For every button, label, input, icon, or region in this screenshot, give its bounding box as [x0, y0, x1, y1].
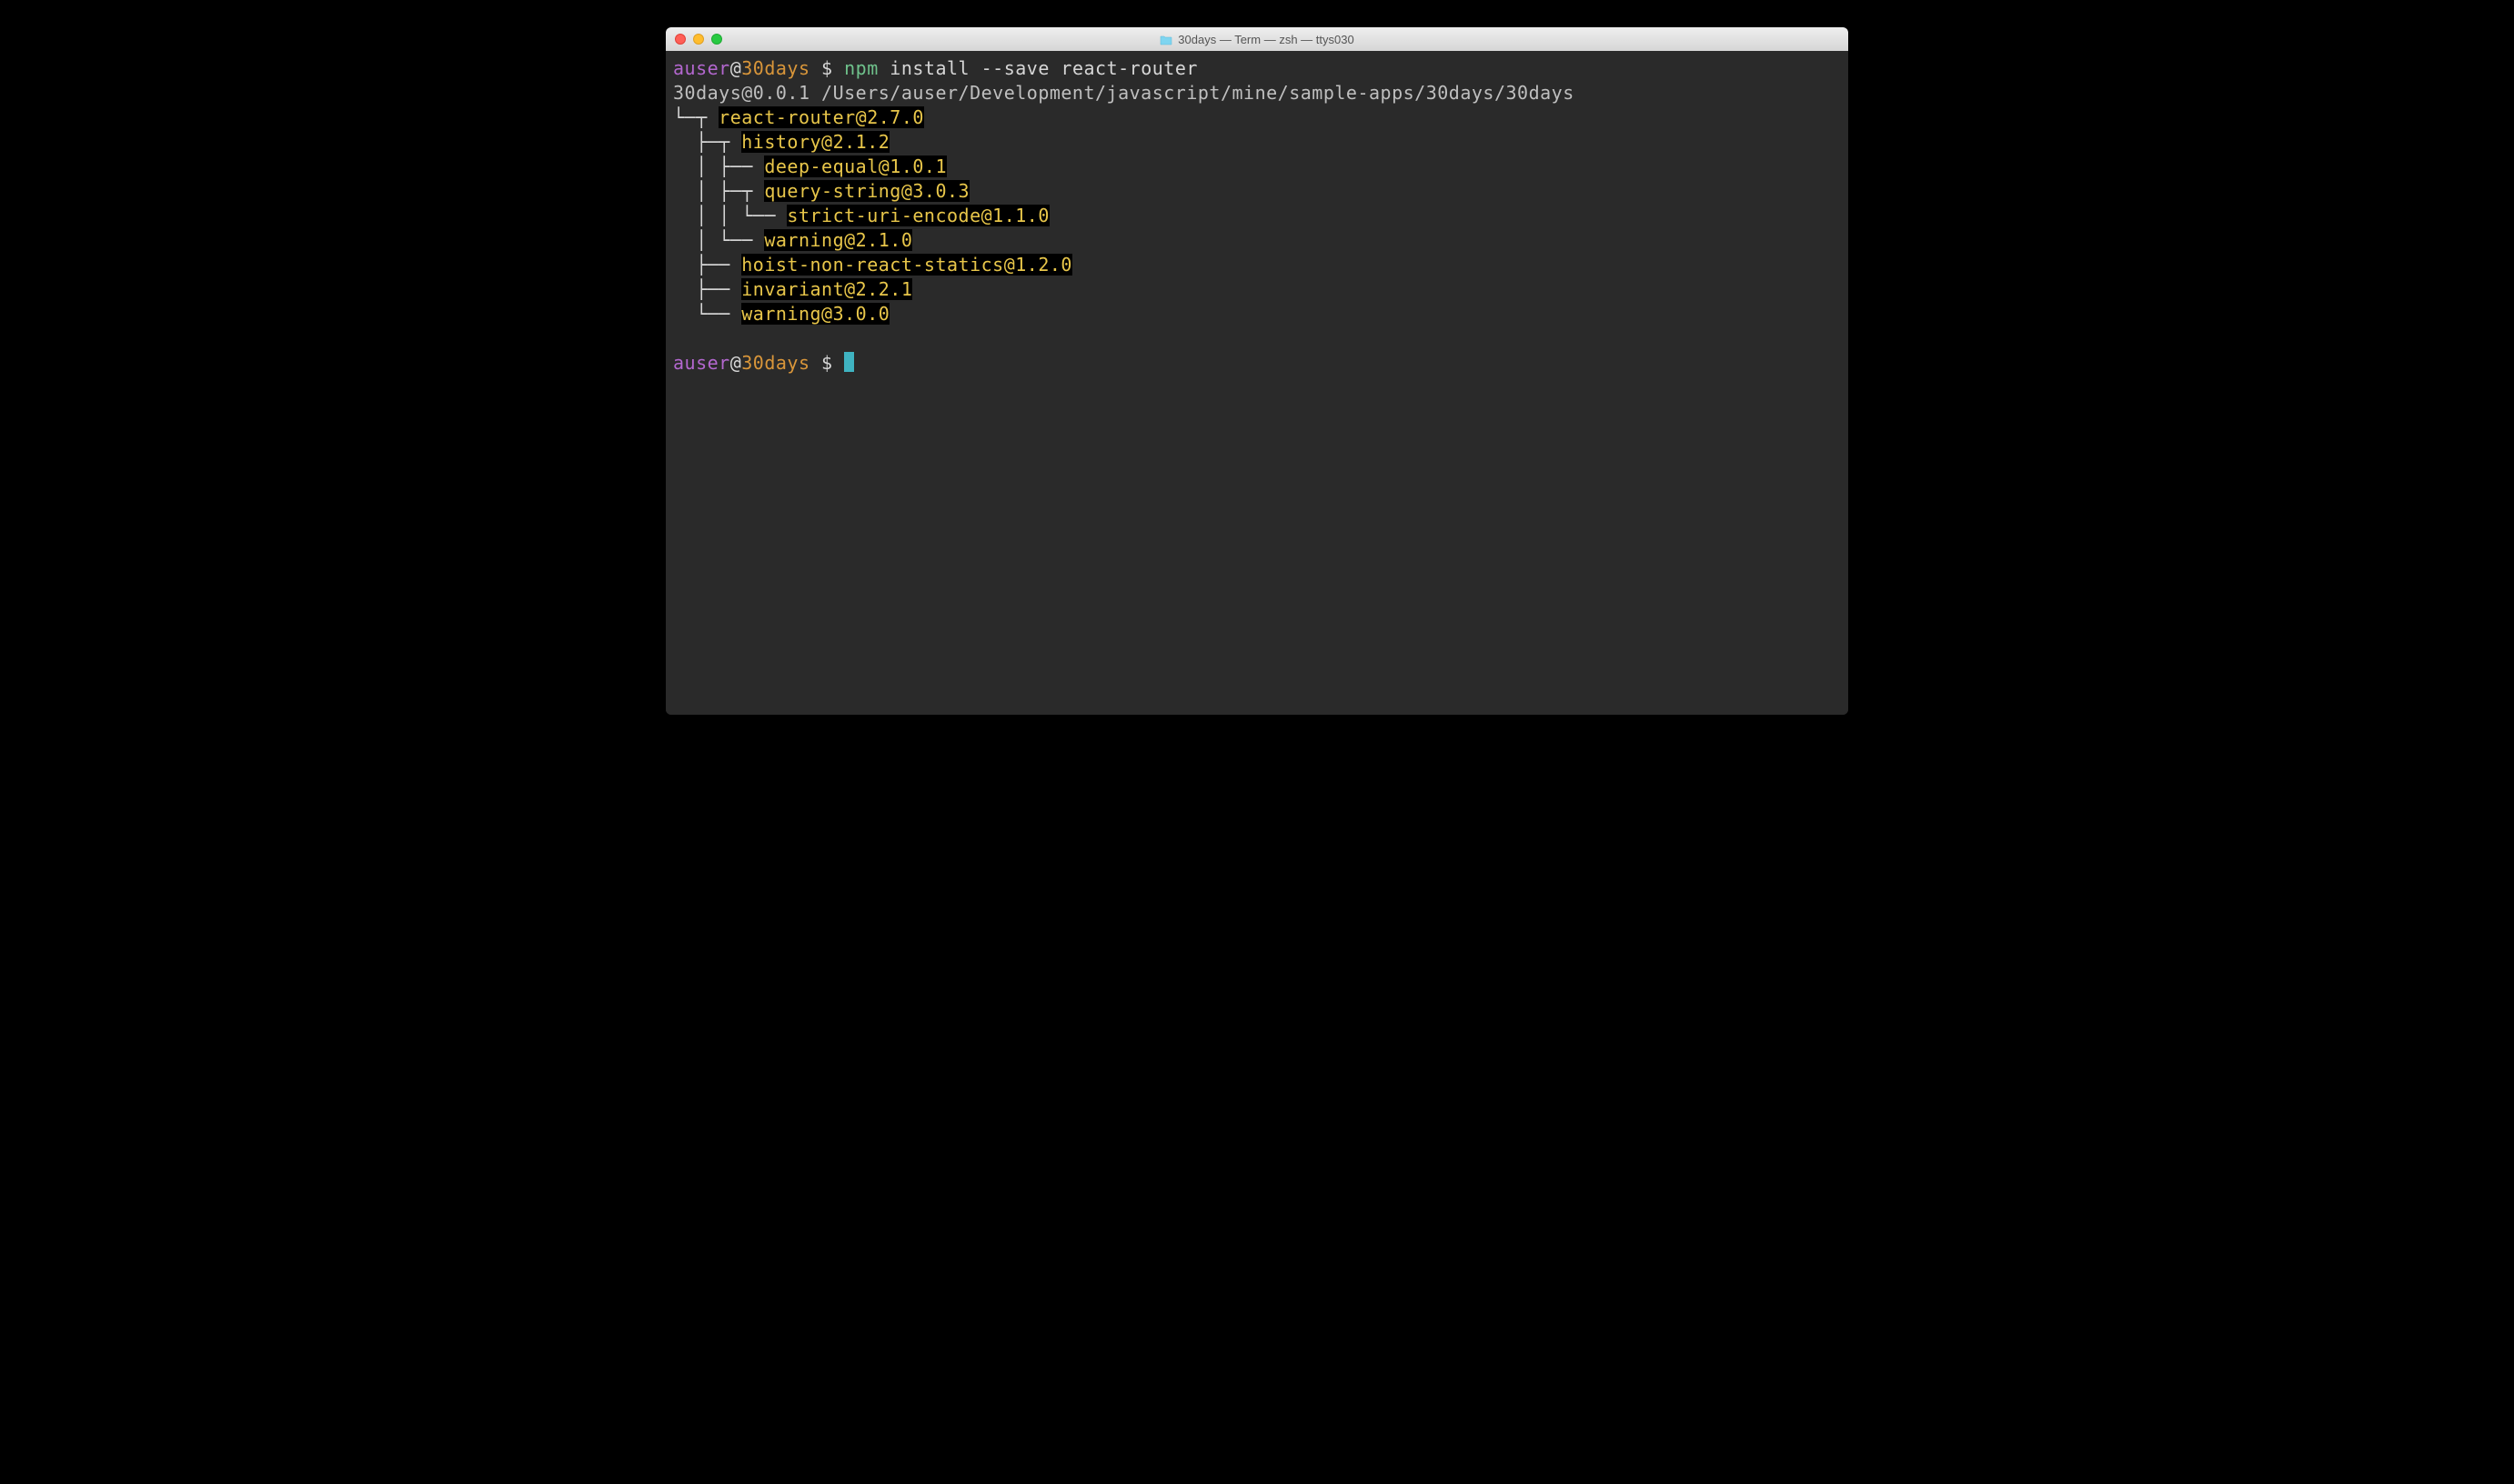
- tree-line: ├── hoist-non-react-statics@1.2.0: [673, 253, 1841, 277]
- package-name: react-router@2.7.0: [719, 106, 924, 128]
- package-name: query-string@3.0.3: [764, 180, 970, 202]
- prompt-user: auser: [673, 352, 730, 374]
- prompt-dollar: $: [810, 57, 845, 79]
- folder-icon: [1160, 35, 1172, 45]
- package-name: warning@2.1.0: [764, 229, 912, 251]
- tree-prefix: └─┬: [673, 106, 719, 128]
- minimize-button[interactable]: [693, 34, 704, 45]
- prompt-line-2: auser@30days $: [673, 351, 1841, 376]
- tree-prefix: │ └──: [673, 229, 764, 251]
- command-args: install --save react-router: [879, 57, 1198, 79]
- tree-line: ├── invariant@2.2.1: [673, 277, 1841, 302]
- command: npm: [844, 57, 879, 79]
- tree-prefix: │ ├──: [673, 155, 764, 177]
- terminal-window: 30days — Term — zsh — ttys030 auser@30da…: [666, 27, 1848, 715]
- cursor: [844, 352, 854, 372]
- terminal-body[interactable]: auser@30days $ npm install --save react-…: [666, 51, 1848, 715]
- prompt-user: auser: [673, 57, 730, 79]
- traffic-lights: [675, 34, 722, 45]
- package-name: history@2.1.2: [741, 131, 890, 153]
- tree-prefix: │ │ └──: [673, 205, 787, 226]
- prompt-host: 30days: [741, 352, 810, 374]
- package-name: deep-equal@1.0.1: [764, 155, 947, 177]
- close-button[interactable]: [675, 34, 686, 45]
- tree-prefix: └──: [673, 303, 741, 325]
- tree-line: │ ├─┬ query-string@3.0.3: [673, 179, 1841, 204]
- window-title: 30days — Term — zsh — ttys030: [675, 33, 1839, 46]
- window-title-text: 30days — Term — zsh — ttys030: [1178, 33, 1353, 46]
- title-bar: 30days — Term — zsh — ttys030: [666, 27, 1848, 51]
- package-name: warning@3.0.0: [741, 303, 890, 325]
- tree-line: └─┬ react-router@2.7.0: [673, 105, 1841, 130]
- prompt-dollar: $: [810, 352, 845, 374]
- tree-prefix: │ ├─┬: [673, 180, 764, 202]
- package-name: strict-uri-encode@1.1.0: [787, 205, 1049, 226]
- tree-prefix: ├─┬: [673, 131, 741, 153]
- tree-line: │ └── warning@2.1.0: [673, 228, 1841, 253]
- package-name: hoist-non-react-statics@1.2.0: [741, 254, 1072, 276]
- prompt-at: @: [730, 352, 742, 374]
- blank-line: [673, 326, 1841, 351]
- output-header: 30days@0.0.1 /Users/auser/Development/ja…: [673, 81, 1841, 105]
- tree-prefix: ├──: [673, 254, 741, 276]
- maximize-button[interactable]: [711, 34, 722, 45]
- tree-line: │ │ └── strict-uri-encode@1.1.0: [673, 204, 1841, 228]
- prompt-line-1: auser@30days $ npm install --save react-…: [673, 56, 1841, 81]
- tree-prefix: ├──: [673, 278, 741, 300]
- prompt-host: 30days: [741, 57, 810, 79]
- package-name: invariant@2.2.1: [741, 278, 912, 300]
- tree-line: └── warning@3.0.0: [673, 302, 1841, 326]
- tree-line: ├─┬ history@2.1.2: [673, 130, 1841, 155]
- tree-line: │ ├── deep-equal@1.0.1: [673, 155, 1841, 179]
- prompt-at: @: [730, 57, 742, 79]
